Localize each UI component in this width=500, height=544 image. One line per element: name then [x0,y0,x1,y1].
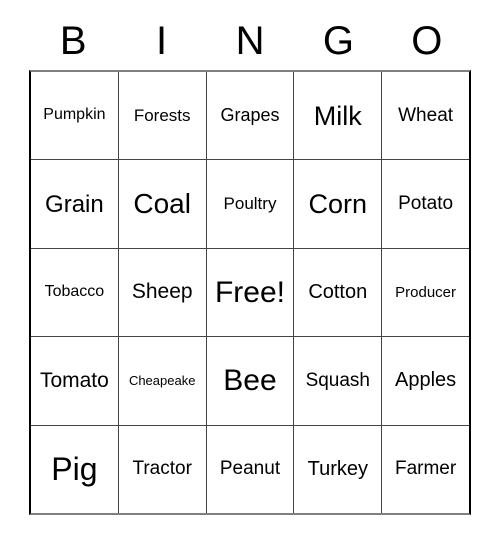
bingo-row: Pig Tractor Peanut Turkey Farmer [31,425,469,514]
bingo-cell-label: Sheep [131,280,193,304]
bingo-cell[interactable]: Pig [31,425,119,514]
bingo-cell-label: Milk [313,100,362,131]
bingo-cell[interactable]: Turkey [294,425,383,514]
bingo-card: B I N G O Pumpkin Forests Grapes Milk Wh… [0,0,500,544]
bingo-cell[interactable]: Farmer [382,426,469,513]
bingo-cell[interactable]: Grapes [207,72,295,160]
bingo-cell[interactable]: Tobacco [31,248,119,337]
bingo-cell-label: Poultry [223,194,277,214]
bingo-row: Pumpkin Forests Grapes Milk Wheat [31,72,469,161]
bingo-cell-label: Tractor [132,458,192,480]
bingo-cell-label: Potato [398,193,454,215]
bingo-cell[interactable]: Tomato [31,337,119,425]
bingo-cell-label: Squash [305,369,371,391]
bingo-cell[interactable]: Peanut [207,425,295,514]
bingo-cell-label: Cheapeake [128,373,196,389]
bingo-cell-label: Farmer [394,458,457,480]
bingo-cell[interactable]: Squash [294,337,383,425]
bingo-cell[interactable]: Potato [382,160,469,247]
bingo-cell[interactable]: Sheep [119,248,207,337]
bingo-header-letter-i: I [156,19,168,63]
bingo-cell[interactable]: Wheat [382,72,469,159]
bingo-header-letter-b: B [59,19,87,63]
bingo-cell[interactable]: Tractor [119,425,207,514]
bingo-cell-free[interactable]: Free! [207,248,295,337]
bingo-cell-label: Tobacco [44,283,105,301]
bingo-cell-label: Forests [133,105,191,125]
bingo-cell-label: Wheat [398,104,454,126]
bingo-cell[interactable]: Cheapeake [119,337,207,425]
bingo-cell-label: Cotton [308,281,368,304]
bingo-cell[interactable]: Poultry [207,160,295,248]
bingo-row: Tobacco Sheep Free! Cotton Producer [31,248,469,338]
bingo-cell-label: Peanut [219,458,281,480]
bingo-cell-label: Coal [133,188,191,220]
bingo-cell[interactable]: Grain [31,160,119,248]
bingo-cell-label: Grapes [220,105,280,126]
bingo-header-letter-g: G [322,19,354,63]
bingo-cell-label: Apples [395,369,457,392]
bingo-cell[interactable]: Coal [119,160,207,248]
bingo-cell-label: Producer [395,283,457,301]
bingo-row: Grain Coal Poultry Corn Potato [31,160,469,249]
bingo-cell-label: Turkey [307,457,368,480]
bingo-cell[interactable]: Corn [294,160,383,248]
bingo-header-letter-o: O [411,19,443,63]
bingo-cell-label: Pig [51,450,98,487]
bingo-cell[interactable]: Cotton [294,248,383,337]
bingo-cell[interactable]: Forests [119,72,207,160]
bingo-cell-label: Bee [223,364,277,398]
bingo-cell-label: Grain [45,190,104,218]
bingo-grid: Pumpkin Forests Grapes Milk Wheat Grain … [29,70,471,515]
bingo-cell-label: Corn [308,188,368,219]
bingo-cell[interactable]: Bee [207,337,295,425]
bingo-cell-label: Pumpkin [43,106,106,124]
bingo-cell[interactable]: Apples [382,337,469,424]
bingo-cell[interactable]: Pumpkin [31,72,119,160]
bingo-header-row: B I N G O [29,14,471,68]
bingo-cell-label: Free! [214,275,285,309]
bingo-row: Tomato Cheapeake Bee Squash Apples [31,337,469,426]
bingo-cell-label: Tomato [39,368,109,392]
bingo-cell[interactable]: Milk [294,72,383,160]
bingo-header-letter-n: N [235,19,265,63]
bingo-cell[interactable]: Producer [382,249,469,336]
